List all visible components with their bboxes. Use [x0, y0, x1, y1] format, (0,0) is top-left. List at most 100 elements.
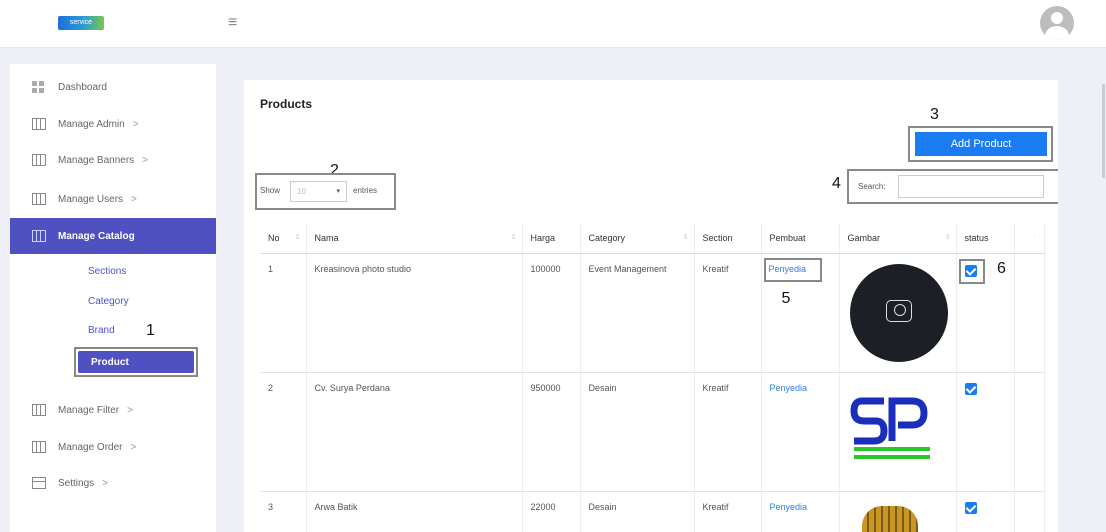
batik-image: [861, 505, 918, 532]
cell-nama: Arwa Batik: [306, 491, 523, 532]
add-product-highlight: Add Product: [908, 126, 1053, 162]
top-bar: service ≡: [0, 0, 1106, 48]
sidebar-sub-category[interactable]: Category: [88, 296, 129, 307]
status-checkbox[interactable]: [964, 264, 977, 277]
cell-category: Event Management: [580, 253, 695, 373]
sidebar-item-manage-banners[interactable]: Manage Banners >: [10, 142, 216, 178]
sidebar-sub-product-highlight: Product: [74, 347, 198, 377]
entries-length-highlight: Show 10 ▾ entries: [255, 173, 396, 210]
header-no[interactable]: No ⇕: [260, 223, 307, 254]
annotation-3: 3: [930, 106, 939, 123]
cell-actions: [1014, 253, 1045, 373]
cell-harga: 100000: [522, 253, 581, 373]
sidebar-item-manage-admin[interactable]: Manage Admin >: [10, 106, 216, 142]
sidebar-item-settings[interactable]: Settings >: [10, 465, 216, 501]
chevron-right-icon: >: [132, 118, 139, 130]
camera-logo-image: [849, 263, 948, 362]
header-pembuat[interactable]: Pembuat: [761, 223, 840, 254]
header-actions[interactable]: ⋅: [1014, 223, 1045, 254]
sidebar-item-label: Settings: [58, 477, 95, 489]
cell-category: Desain: [580, 372, 695, 492]
cell-no: 3: [260, 491, 307, 532]
sidebar-sub-sections[interactable]: Sections: [88, 266, 126, 277]
status-checkbox[interactable]: [964, 382, 977, 395]
table-icon: [32, 193, 46, 205]
sidebar-sub-brand[interactable]: Brand: [88, 325, 115, 336]
chevron-right-icon: >: [142, 154, 149, 166]
chevron-right-icon: >: [131, 193, 137, 205]
cell-gambar: [839, 372, 957, 492]
table-icon: [32, 230, 46, 242]
sidebar: Dashboard Manage Admin > Manage Banners …: [10, 64, 216, 532]
calendar-icon: [32, 477, 46, 489]
entries-select[interactable]: 10 ▾: [290, 181, 347, 202]
sidebar-item-manage-catalog[interactable]: Manage Catalog: [10, 218, 216, 254]
cell-actions: [1014, 491, 1045, 532]
cell-gambar: [839, 491, 957, 532]
header-harga[interactable]: Harga: [522, 223, 581, 254]
header-section[interactable]: Section: [694, 223, 762, 254]
cell-no: 2: [260, 372, 307, 492]
sort-icon: ⇕: [510, 234, 517, 241]
search-input[interactable]: [898, 175, 1044, 198]
sp-logo-image: [849, 397, 930, 459]
show-label: Show: [260, 186, 281, 195]
sidebar-item-manage-order[interactable]: Manage Order >: [10, 429, 216, 465]
sidebar-item-label: Manage Catalog: [58, 230, 135, 242]
sidebar-sub-product[interactable]: Product: [78, 351, 194, 373]
pembuat-link[interactable]: Penyedia: [761, 372, 840, 492]
cell-section: Kreatif: [694, 253, 762, 373]
cell-status: [956, 491, 1015, 532]
table-icon: [32, 154, 46, 166]
pembuat-link[interactable]: Penyedia: [761, 491, 840, 532]
camera-lens-icon: [893, 303, 906, 316]
table-icon: [32, 441, 46, 453]
entries-select-value: 10: [297, 187, 306, 196]
header-category[interactable]: Category ⇕: [580, 223, 695, 254]
sort-icon: ⇕: [944, 234, 951, 241]
cell-status: [956, 372, 1015, 492]
entries-label: entries: [353, 186, 378, 195]
cell-section: Kreatif: [694, 372, 762, 492]
sidebar-item-dashboard[interactable]: Dashboard: [10, 69, 216, 105]
hamburger-icon[interactable]: ≡: [228, 14, 237, 32]
status-checkbox[interactable]: [964, 501, 977, 514]
chevron-right-icon: >: [130, 441, 137, 453]
annotation-4: 4: [832, 175, 841, 192]
cell-actions: [1014, 372, 1045, 492]
user-avatar-icon[interactable]: [1040, 6, 1074, 40]
page-title: Products: [260, 97, 313, 111]
avatar-head: [1051, 12, 1063, 24]
cell-pembuat: Penyedia 5: [761, 253, 840, 373]
page-scrollbar[interactable]: [1102, 84, 1105, 178]
annotation-6: 6: [997, 259, 1006, 277]
header-nama[interactable]: Nama ⇕: [306, 223, 523, 254]
sort-icon: ⇕: [682, 234, 689, 241]
products-card: Products 3 Add Product 2 Show 10 ▾ entri…: [244, 80, 1058, 532]
products-table: No ⇕ Nama ⇕ Harga Category ⇕ Section Pembua…: [260, 223, 1045, 532]
select-caret-icon: ▾: [336, 188, 340, 195]
table-icon: [32, 118, 46, 130]
sidebar-item-label: Dashboard: [58, 81, 107, 93]
header-gambar[interactable]: Gambar ⇕: [839, 223, 957, 254]
table-icon: [32, 404, 46, 416]
cell-no: 1: [260, 253, 307, 373]
sidebar-item-label: Manage Filter: [58, 404, 120, 416]
sidebar-item-manage-users[interactable]: Manage Users >: [10, 181, 216, 217]
pembuat-link[interactable]: Penyedia: [769, 264, 807, 274]
annotation-1: 1: [146, 322, 155, 339]
search-highlight: Search:: [847, 169, 1058, 204]
cell-harga: 950000: [522, 372, 581, 492]
sidebar-item-label: Manage Order: [58, 441, 123, 453]
app-logo[interactable]: service: [58, 16, 104, 30]
cell-gambar: [839, 253, 957, 373]
cell-harga: 22000: [522, 491, 581, 532]
sidebar-item-manage-filter[interactable]: Manage Filter >: [10, 392, 216, 428]
cell-nama: Kreasinova photo studio: [306, 253, 523, 373]
table-row: 3 Arwa Batik 22000 Desain Kreatif Penyed…: [260, 491, 1045, 532]
chevron-right-icon: >: [102, 477, 108, 489]
sort-icon: ⋅: [1033, 234, 1036, 241]
header-status[interactable]: status: [956, 223, 1015, 254]
annotation-5: 5: [781, 289, 791, 307]
add-product-button[interactable]: Add Product: [915, 132, 1047, 156]
